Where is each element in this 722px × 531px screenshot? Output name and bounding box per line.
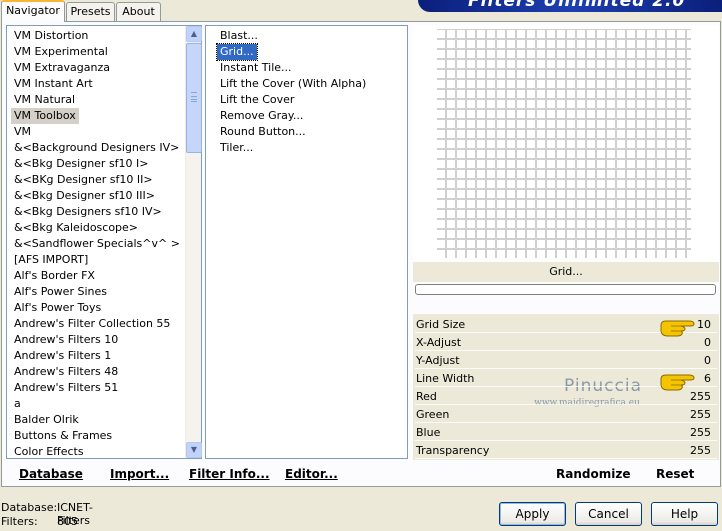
parameters-panel: Pinuccia www.maidiregrafica.eu Grid Size…: [413, 314, 719, 460]
import-button[interactable]: Import...: [110, 467, 169, 481]
category-list: VM Distortion VM Experimental VM Extravaga…: [7, 26, 185, 458]
param-value: 0: [704, 336, 711, 349]
param-slider[interactable]: Red 255: [413, 388, 719, 406]
category-item[interactable]: &<Background Designers IV>: [11, 140, 182, 156]
filter-item[interactable]: Remove Gray...: [217, 108, 306, 124]
app-title: Filters Unlimited 2.0: [468, 0, 686, 11]
status-database: Database: ICNET-Filters: [1, 501, 93, 527]
category-item[interactable]: VM Instant Art: [11, 76, 96, 92]
apply-button[interactable]: Apply: [499, 502, 566, 526]
category-item[interactable]: Alf's Power Toys: [11, 300, 104, 316]
category-listbox[interactable]: VM Distortion VM Experimental VM Extravaga…: [6, 25, 202, 459]
param-slider[interactable]: Y-Adjust 0: [413, 352, 719, 370]
param-value: 255: [690, 408, 711, 421]
preview-area: [413, 25, 719, 262]
filter-item[interactable]: Tiler...: [217, 140, 256, 156]
slider-track: [415, 458, 717, 459]
scrollbar-thumb[interactable]: [186, 43, 202, 153]
category-item[interactable]: Alf's Border FX: [11, 268, 98, 284]
param-slider[interactable]: Blue 255: [413, 424, 719, 442]
param-value: 255: [690, 390, 711, 403]
category-item[interactable]: Color Effects: [11, 444, 87, 458]
param-slider[interactable]: Line Width 6: [413, 370, 719, 391]
param-label: X-Adjust: [416, 336, 462, 349]
category-item[interactable]: VM Toolbox: [11, 108, 79, 124]
category-item[interactable]: Andrew's Filters 1: [11, 348, 114, 364]
category-item[interactable]: VM Natural: [11, 92, 78, 108]
category-item[interactable]: VM: [11, 124, 34, 140]
slider-track: [415, 350, 717, 351]
slider-track: [415, 440, 717, 441]
tab-presets[interactable]: Presets: [66, 2, 115, 21]
param-label: Blue: [416, 426, 441, 439]
param-label: Line Width: [416, 372, 475, 385]
preview-filter-name: Grid...: [413, 262, 719, 282]
category-scrollbar[interactable]: ▲ ▼: [185, 26, 202, 458]
cancel-button[interactable]: Cancel: [575, 502, 642, 526]
filters-label: Filters:: [1, 515, 38, 528]
progress-bar: [415, 284, 716, 295]
slider-track: [415, 404, 717, 405]
param-slider[interactable]: Transparency 255: [413, 442, 719, 460]
scroll-up-arrow-icon[interactable]: ▲: [186, 26, 202, 42]
category-item[interactable]: &<Sandflower Specials^v^ >: [11, 236, 183, 252]
filters-count: 805: [57, 515, 78, 528]
param-value: 255: [690, 426, 711, 439]
category-item[interactable]: Andrew's Filter Collection 55: [11, 316, 173, 332]
category-item[interactable]: VM Distortion: [11, 28, 91, 44]
param-slider[interactable]: Green 255: [413, 406, 719, 424]
app-banner: Filters Unlimited 2.0: [418, 0, 722, 12]
filter-item[interactable]: Grid...: [216, 43, 258, 61]
scroll-down-arrow-icon[interactable]: ▼: [186, 442, 202, 458]
database-button[interactable]: Database: [19, 467, 83, 481]
param-value: 0: [704, 354, 711, 367]
help-button[interactable]: Help: [651, 502, 718, 526]
param-label: Green: [416, 408, 450, 421]
param-label: Y-Adjust: [416, 354, 460, 367]
editor-button[interactable]: Editor...: [285, 467, 338, 481]
category-item[interactable]: VM Experimental: [11, 44, 111, 60]
tab-navigator[interactable]: Navigator: [1, 0, 65, 22]
category-item[interactable]: VM Extravaganza: [11, 60, 113, 76]
slider-track: [415, 368, 717, 369]
param-label: Grid Size: [416, 318, 466, 331]
param-label: Red: [416, 390, 437, 403]
category-item[interactable]: &<Bkg Kaleidoscope>: [11, 220, 141, 236]
filter-item[interactable]: Instant Tile...: [217, 60, 295, 76]
param-value: 255: [690, 444, 711, 457]
filter-info-button[interactable]: Filter Info...: [189, 467, 270, 481]
category-item[interactable]: &<Bkg Designers sf10 IV>: [11, 204, 165, 220]
category-item[interactable]: &<BKg Designer sf10 II>: [11, 172, 156, 188]
category-item[interactable]: &<Bkg Designer sf10 I>: [11, 156, 152, 172]
category-item[interactable]: &<Bkg Designer sf10 III>: [11, 188, 158, 204]
filter-item[interactable]: Lift the Cover (With Alpha): [217, 76, 369, 92]
reset-button[interactable]: Reset: [656, 467, 694, 481]
category-item[interactable]: Andrew's Filters 51: [11, 380, 121, 396]
status-filters: Filters: 805: [1, 515, 78, 528]
slider-track: [415, 422, 717, 423]
param-slider[interactable]: X-Adjust 0: [413, 334, 719, 352]
category-item[interactable]: Alf's Power Sines: [11, 284, 110, 300]
filter-item[interactable]: Round Button...: [217, 124, 309, 140]
param-value: 6: [704, 372, 711, 385]
param-value: 10: [697, 318, 711, 331]
category-item[interactable]: a: [11, 396, 24, 412]
filter-item[interactable]: Lift the Cover: [217, 92, 297, 108]
filter-item[interactable]: Blast...: [217, 28, 261, 44]
grid-preview-image: [437, 29, 691, 258]
category-item[interactable]: Andrew's Filters 10: [11, 332, 121, 348]
filter-listbox[interactable]: Blast... Grid... Instant Tile... Lift the C…: [205, 25, 408, 459]
param-label: Transparency: [416, 444, 490, 457]
tab-about[interactable]: About: [116, 2, 161, 21]
category-item[interactable]: Balder Olrik: [11, 412, 82, 428]
category-item[interactable]: [AFS IMPORT]: [11, 252, 91, 268]
database-label: Database:: [1, 501, 58, 514]
param-slider[interactable]: Grid Size 10: [413, 316, 719, 337]
randomize-button[interactable]: Randomize: [556, 467, 630, 481]
category-item[interactable]: Buttons & Frames: [11, 428, 115, 444]
category-item[interactable]: Andrew's Filters 48: [11, 364, 121, 380]
grip-icon: [191, 92, 197, 102]
